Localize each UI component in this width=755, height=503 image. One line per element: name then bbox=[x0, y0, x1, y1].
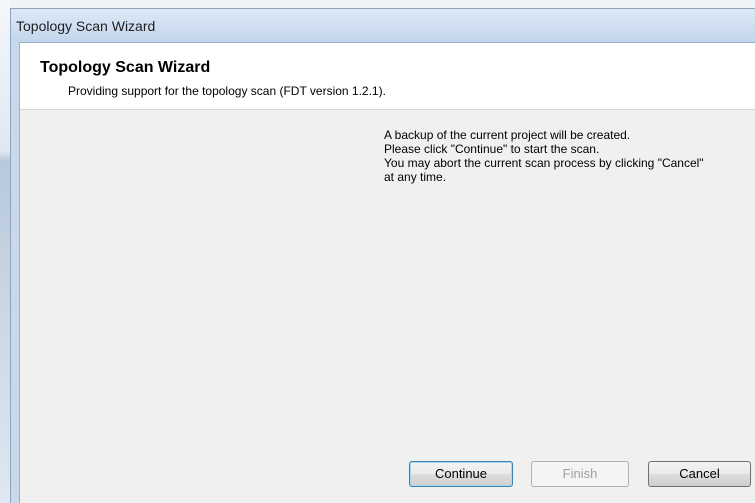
wizard-content: A backup of the current project will be … bbox=[20, 110, 755, 503]
continue-button[interactable]: Continue bbox=[409, 461, 513, 487]
header-subtitle: Providing support for the topology scan … bbox=[68, 84, 386, 98]
title-bar[interactable]: Topology Scan Wizard bbox=[11, 9, 755, 42]
message-line: A backup of the current project will be … bbox=[384, 128, 631, 142]
wizard-header: Topology Scan Wizard Providing support f… bbox=[20, 43, 755, 110]
finish-button[interactable]: Finish bbox=[531, 461, 629, 487]
background-window-edge bbox=[0, 0, 10, 503]
header-title: Topology Scan Wizard bbox=[40, 59, 211, 76]
message-line: Please click "Continue" to start the sca… bbox=[384, 142, 600, 156]
wizard-frame: Topology Scan Wizard Providing support f… bbox=[19, 42, 755, 503]
wizard-window: Topology Scan Wizard Topology Scan Wizar… bbox=[10, 8, 755, 503]
cancel-button[interactable]: Cancel bbox=[648, 461, 751, 487]
message-line: at any time. bbox=[384, 170, 447, 184]
window-title: Topology Scan Wizard bbox=[16, 18, 156, 34]
screen: Topology Scan Wizard Topology Scan Wizar… bbox=[0, 0, 755, 503]
message-line: You may abort the current scan process b… bbox=[384, 156, 704, 170]
instruction-message: A backup of the current project will be … bbox=[384, 128, 755, 184]
